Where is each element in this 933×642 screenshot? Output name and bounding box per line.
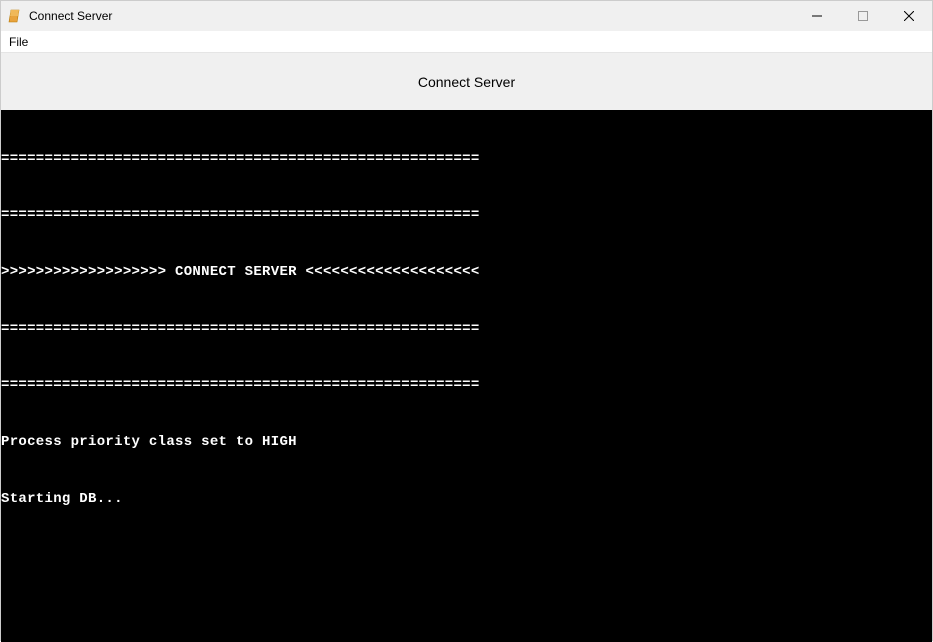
- console-line: Starting DB...: [1, 490, 932, 509]
- console-line: ========================================…: [1, 320, 932, 339]
- maximize-button[interactable]: [840, 1, 886, 31]
- header-band: Connect Server: [1, 53, 932, 110]
- menu-file[interactable]: File: [3, 33, 34, 51]
- header-label: Connect Server: [418, 74, 515, 90]
- titlebar: Connect Server: [1, 1, 932, 31]
- window-title: Connect Server: [29, 9, 794, 23]
- console-line: ========================================…: [1, 150, 932, 169]
- console-line: Process priority class set to HIGH: [1, 433, 932, 452]
- minimize-button[interactable]: [794, 1, 840, 31]
- console-line: ========================================…: [1, 206, 932, 225]
- menubar: File: [1, 31, 932, 53]
- window-controls: [794, 1, 932, 31]
- console-output: ========================================…: [1, 110, 932, 642]
- close-button[interactable]: [886, 1, 932, 31]
- app-icon: [7, 8, 23, 24]
- console-line: ========================================…: [1, 376, 932, 395]
- console-line: >>>>>>>>>>>>>>>>>>> CONNECT SERVER <<<<<…: [1, 263, 932, 282]
